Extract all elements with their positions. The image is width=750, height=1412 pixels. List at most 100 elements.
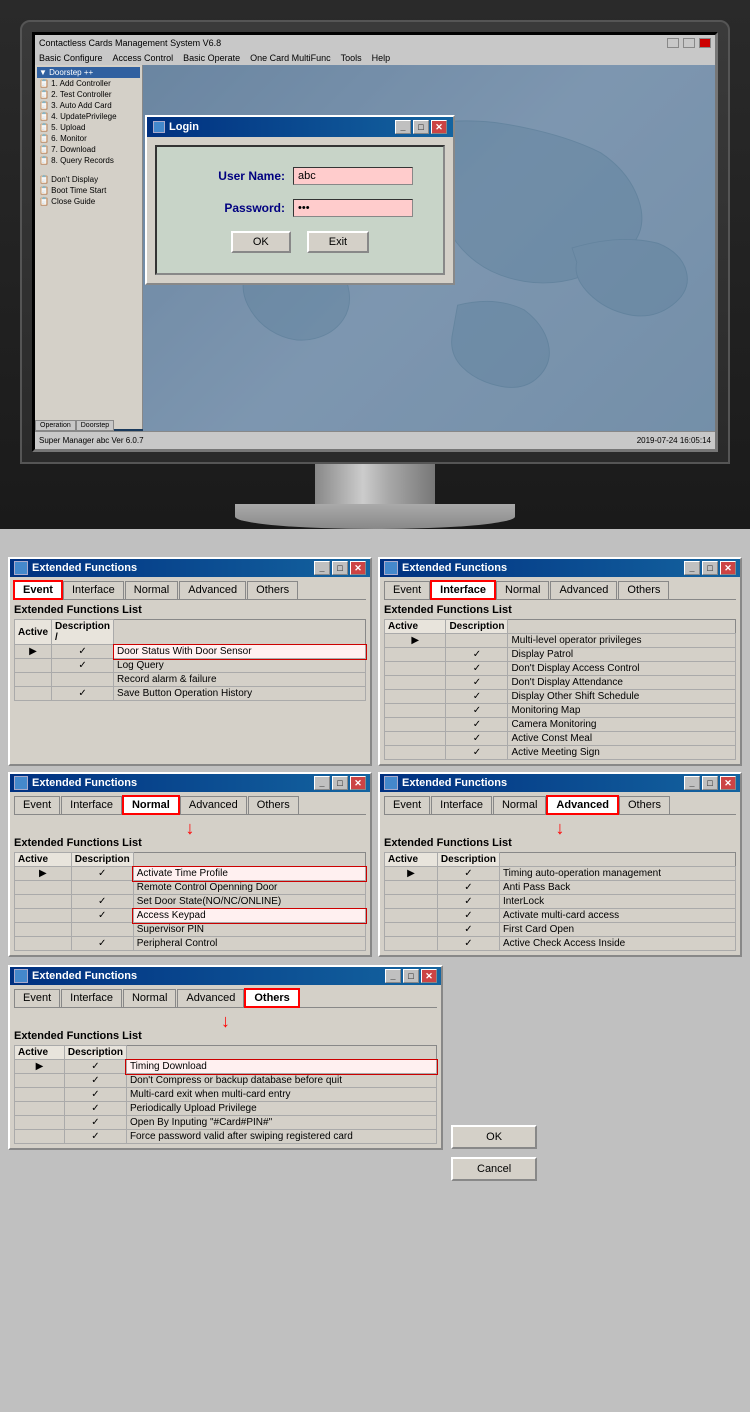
tab-advanced-advanced[interactable]: Advanced (547, 796, 618, 814)
table-row-arrow (385, 690, 446, 704)
login-username-input[interactable] (293, 167, 413, 185)
table-row-arrow (15, 1116, 65, 1130)
panel-event-table: Active Description / ▶ ✓ Door Status Wit… (14, 619, 366, 701)
table-row-desc: Multi-level operator privileges (508, 634, 736, 648)
panel-advanced-titlebar: Extended Functions _ □ ✕ (380, 774, 740, 792)
table-row: ✓ Don't Display Attendance (385, 676, 736, 690)
tab-others-advanced[interactable]: Advanced (177, 989, 244, 1007)
table-row-arrow (15, 1102, 65, 1116)
tab-advanced-event[interactable]: Event (384, 796, 430, 814)
windows-section: Extended Functions _ □ ✕ Event Interface… (0, 549, 750, 965)
monitor-section: Contactless Cards Management System V6.8… (0, 0, 750, 529)
tab-interface-interface[interactable]: Interface (431, 581, 495, 599)
login-password-field: Password: (187, 199, 413, 217)
login-close-btn[interactable]: ✕ (431, 120, 447, 134)
normal-arrow-indicator: ↓ (14, 819, 366, 837)
tab-interface-normal[interactable]: Normal (496, 581, 549, 599)
table-row-active: ✓ (446, 746, 508, 760)
panel-event-minimize[interactable]: _ (314, 561, 330, 575)
panel-advanced-maximize[interactable]: □ (702, 776, 718, 790)
table-row: ✓ Monitoring Map (385, 704, 736, 718)
table-row-active: ✓ (52, 659, 114, 673)
menu-one-card[interactable]: One Card MultiFunc (250, 53, 331, 63)
table-row: ▶ ✓ Activate Time Profile (15, 867, 366, 881)
tab-event-interface[interactable]: Interface (63, 581, 124, 599)
table-row-active: ✓ (52, 645, 114, 659)
tab-normal-advanced[interactable]: Advanced (180, 796, 247, 814)
tab-others-event[interactable]: Event (14, 989, 60, 1007)
table-row-active: ✓ (71, 867, 133, 881)
panel-advanced-tabs: Event Interface Normal Advanced Others (384, 796, 736, 815)
tab-interface-advanced[interactable]: Advanced (550, 581, 617, 599)
table-row: Record alarm & failure (15, 673, 366, 687)
screen-tab-doorstep[interactable]: Doorstep (76, 420, 114, 431)
login-ok-button[interactable]: OK (231, 231, 291, 253)
login-exit-button[interactable]: Exit (307, 231, 369, 253)
tab-event-event[interactable]: Event (14, 581, 62, 599)
table-row-active: ✓ (446, 662, 508, 676)
panel-advanced-close[interactable]: ✕ (720, 776, 736, 790)
panel-normal-close[interactable]: ✕ (350, 776, 366, 790)
tab-normal-event[interactable]: Event (14, 796, 60, 814)
table-header-row: Active Description (385, 620, 736, 634)
tab-others-interface[interactable]: Interface (61, 989, 122, 1007)
screen-menubar: Basic Configure Access Control Basic Ope… (35, 51, 715, 65)
panel-normal-list-label: Extended Functions List (14, 837, 366, 849)
menu-basic-operate[interactable]: Basic Operate (183, 53, 240, 63)
tab-advanced-others[interactable]: Others (619, 796, 670, 814)
table-row-active: ✓ (64, 1074, 126, 1088)
menu-access-control[interactable]: Access Control (113, 53, 174, 63)
tab-normal-normal[interactable]: Normal (123, 796, 179, 814)
tab-advanced-normal[interactable]: Normal (493, 796, 546, 814)
panel-normal-table: Active Description ▶ ✓ Activate Time Pro… (14, 852, 366, 951)
table-row: ✓ First Card Open (385, 923, 736, 937)
menu-tools[interactable]: Tools (341, 53, 362, 63)
tab-event-normal[interactable]: Normal (125, 581, 178, 599)
tab-others-others[interactable]: Others (245, 989, 298, 1007)
table-header-row: Active Description (15, 1046, 437, 1060)
table-row-desc: Multi-card exit when multi-card entry (126, 1088, 436, 1102)
table-row-arrow (15, 1074, 65, 1088)
panel-others-minimize[interactable]: _ (385, 969, 401, 983)
ok-button[interactable]: OK (451, 1125, 537, 1149)
tab-interface-others[interactable]: Others (618, 581, 669, 599)
panel-others-close[interactable]: ✕ (421, 969, 437, 983)
panel-others-maximize[interactable]: □ (403, 969, 419, 983)
panel-normal: Extended Functions _ □ ✕ Event Interface… (8, 772, 372, 957)
table-row: ✓ Active Check Access Inside (385, 937, 736, 951)
menu-basic-configure[interactable]: Basic Configure (39, 53, 103, 63)
panel-normal-maximize[interactable]: □ (332, 776, 348, 790)
login-maximize-btn[interactable]: □ (413, 120, 429, 134)
screen-tab-operation[interactable]: Operation (35, 420, 76, 431)
panel-advanced-minimize[interactable]: _ (684, 776, 700, 790)
cancel-button[interactable]: Cancel (451, 1157, 537, 1181)
tab-normal-interface[interactable]: Interface (61, 796, 122, 814)
screen-status-text: Super Manager abc Ver 6.0.7 (39, 436, 144, 445)
panel-interface-maximize[interactable]: □ (702, 561, 718, 575)
table-row-desc: Activate multi-card access (499, 909, 735, 923)
tab-others-normal[interactable]: Normal (123, 989, 176, 1007)
tab-event-others[interactable]: Others (247, 581, 298, 599)
tab-interface-event[interactable]: Event (384, 581, 430, 599)
login-minimize-btn[interactable]: _ (395, 120, 411, 134)
tab-advanced-interface[interactable]: Interface (431, 796, 492, 814)
table-row-arrow (15, 909, 72, 923)
panel-event-maximize[interactable]: □ (332, 561, 348, 575)
others-arrow-indicator: ↓ (14, 1012, 437, 1030)
tab-normal-others[interactable]: Others (248, 796, 299, 814)
tab-event-advanced[interactable]: Advanced (179, 581, 246, 599)
table-row-arrow (15, 673, 52, 687)
panel-interface-minimize[interactable]: _ (684, 561, 700, 575)
login-dialog: Login _ □ ✕ User Name: (145, 115, 455, 285)
table-row-desc: Timing Download (126, 1060, 436, 1074)
table-row: ✓ Access Keypad (15, 909, 366, 923)
login-password-input[interactable] (293, 199, 413, 217)
table-row: ▶ Multi-level operator privileges (385, 634, 736, 648)
table-row-arrow (385, 704, 446, 718)
panel-event-close[interactable]: ✕ (350, 561, 366, 575)
panel-normal-minimize[interactable]: _ (314, 776, 330, 790)
menu-help[interactable]: Help (372, 53, 391, 63)
table-row-active: ✓ (446, 704, 508, 718)
col-desc-header: Description (71, 853, 133, 867)
panel-interface-close[interactable]: ✕ (720, 561, 736, 575)
